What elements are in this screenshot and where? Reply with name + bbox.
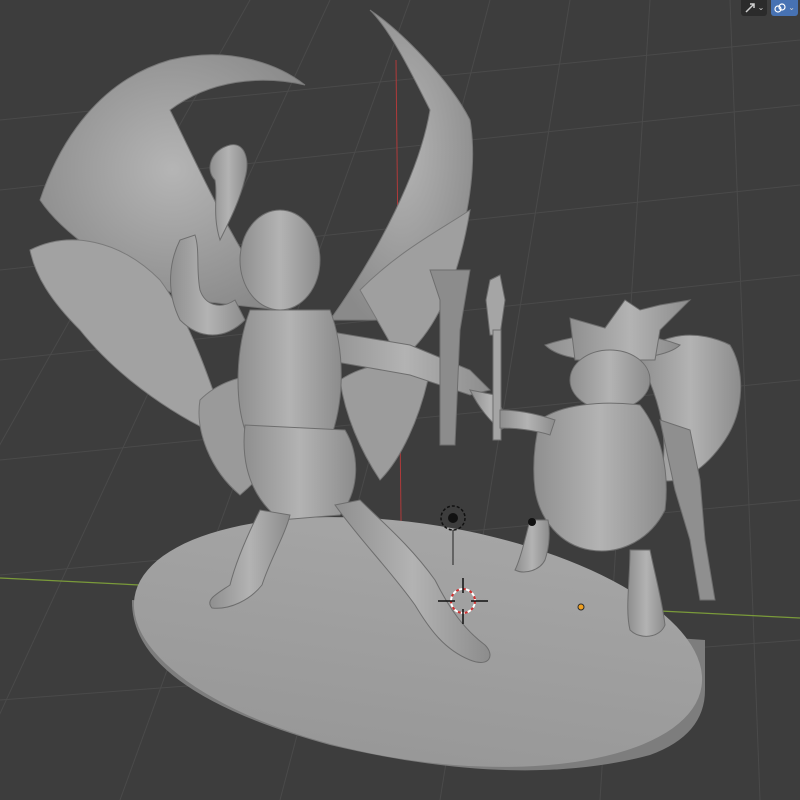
camera-object[interactable] <box>528 518 536 526</box>
chevron-down-icon[interactable]: ⌄ <box>758 4 765 12</box>
gizmo-icon <box>745 3 755 13</box>
overlays-icon <box>774 3 786 13</box>
viewport-scene[interactable] <box>0 0 800 800</box>
3d-viewport[interactable]: ⌄ ⌄ <box>0 0 800 800</box>
viewport-header-tools: ⌄ ⌄ <box>740 0 800 16</box>
viewport-overlays-toggle[interactable]: ⌄ <box>771 0 798 16</box>
chevron-down-icon[interactable]: ⌄ <box>788 4 795 12</box>
viewport-gizmo-toggle[interactable]: ⌄ <box>740 0 768 16</box>
object-origin <box>577 603 585 611</box>
